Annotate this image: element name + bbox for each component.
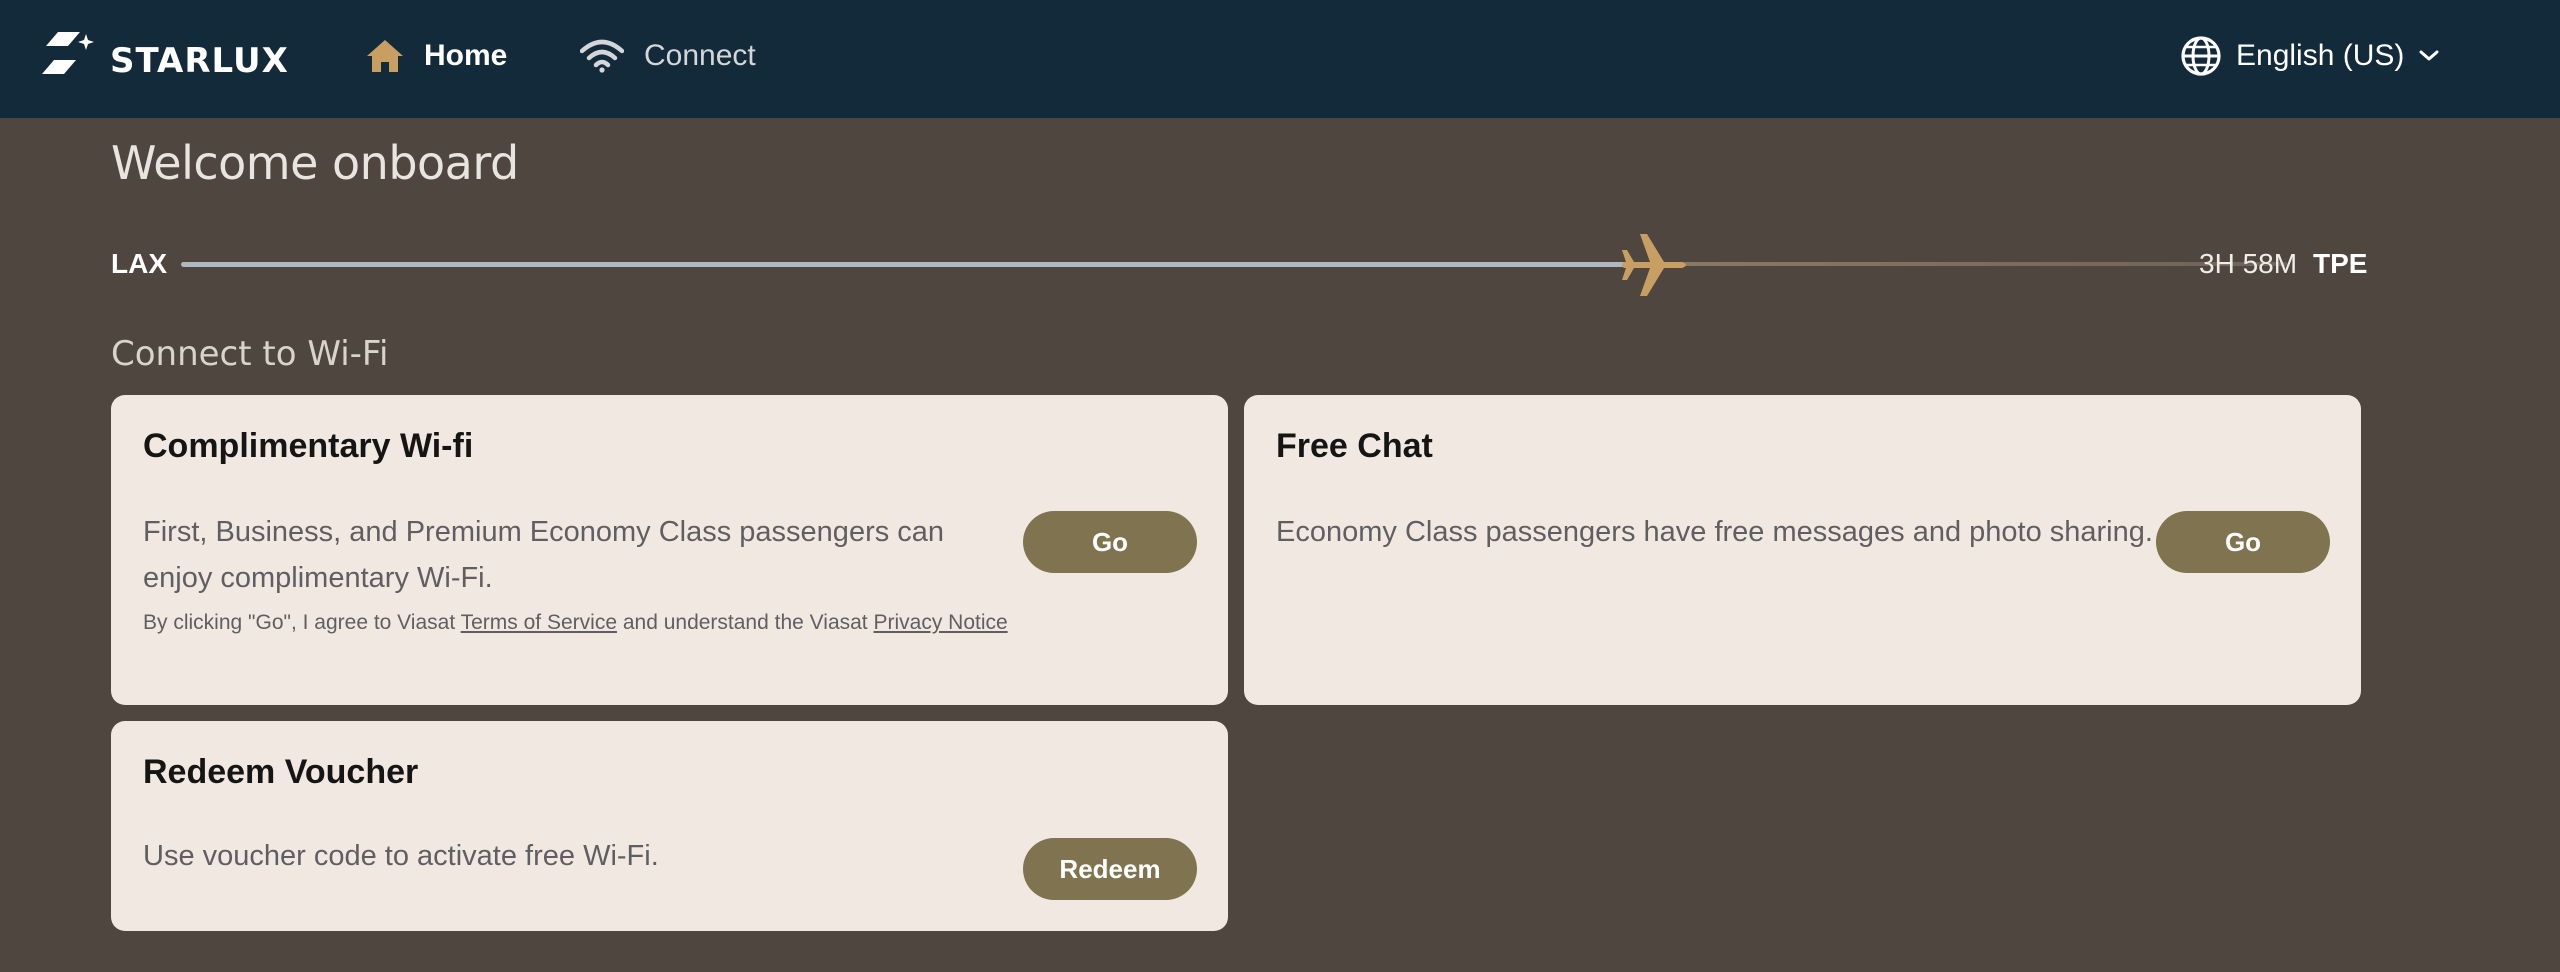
chevron-down-icon [2419, 50, 2439, 61]
terms-note-prefix: By clicking "Go", I agree to Viasat [143, 611, 461, 634]
starlux-logo[interactable]: STARLUX [36, 28, 289, 84]
airplane-icon [1622, 234, 1686, 296]
flight-progress: LAX 3H 58M TPE [111, 234, 2371, 296]
route-remaining-track [1655, 262, 2287, 266]
language-label: English (US) [2236, 39, 2405, 72]
terms-note-middle: and understand the Viasat [617, 611, 874, 634]
brand-name: STARLUX [110, 41, 289, 81]
card-description: Economy Class passengers have free messa… [1276, 516, 2153, 548]
privacy-notice-link[interactable]: Privacy Notice [873, 611, 1007, 634]
card-description: Use voucher code to activate free Wi-Fi. [143, 840, 659, 872]
top-nav-bar: STARLUX Home Connect English (US) [0, 0, 2560, 118]
terms-note: By clicking "Go", I agree to Viasat Term… [143, 611, 1008, 635]
nav-home-label: Home [424, 39, 508, 72]
home-icon [367, 40, 403, 72]
welcome-heading: Welcome onboard [111, 136, 519, 190]
card-description: First, Business, and Premium Economy Cla… [143, 516, 945, 594]
nav-connect-label: Connect [644, 39, 756, 72]
globe-icon [2181, 36, 2221, 76]
nav-home[interactable]: Home [366, 34, 507, 78]
redeem-voucher-card: Redeem Voucher Use voucher code to activ… [111, 721, 1228, 931]
nav-connect[interactable]: Connect [580, 34, 756, 78]
redeem-button[interactable]: Redeem [1023, 838, 1197, 900]
origin-airport: LAX [111, 248, 167, 279]
complimentary-wifi-go-button[interactable]: Go [1023, 511, 1197, 573]
free-chat-go-button[interactable]: Go [2156, 511, 2330, 573]
time-remaining: 3H 58M [2199, 248, 2298, 279]
section-title: Connect to Wi-Fi [111, 334, 389, 374]
free-chat-card: Free Chat Economy Class passengers have … [1244, 395, 2361, 705]
card-title: Complimentary Wi-fi [143, 427, 474, 465]
starlux-logo-mark-icon [42, 32, 94, 74]
route-completed-track [181, 262, 1655, 267]
card-title: Free Chat [1276, 427, 1433, 465]
destination-airport: TPE [2313, 248, 2368, 279]
language-selector[interactable]: English (US) [2180, 32, 2440, 80]
card-title: Redeem Voucher [143, 753, 419, 791]
terms-of-service-link[interactable]: Terms of Service [461, 611, 617, 634]
wifi-icon [580, 39, 624, 73]
complimentary-wifi-card: Complimentary Wi-fi First, Business, and… [111, 395, 1228, 705]
